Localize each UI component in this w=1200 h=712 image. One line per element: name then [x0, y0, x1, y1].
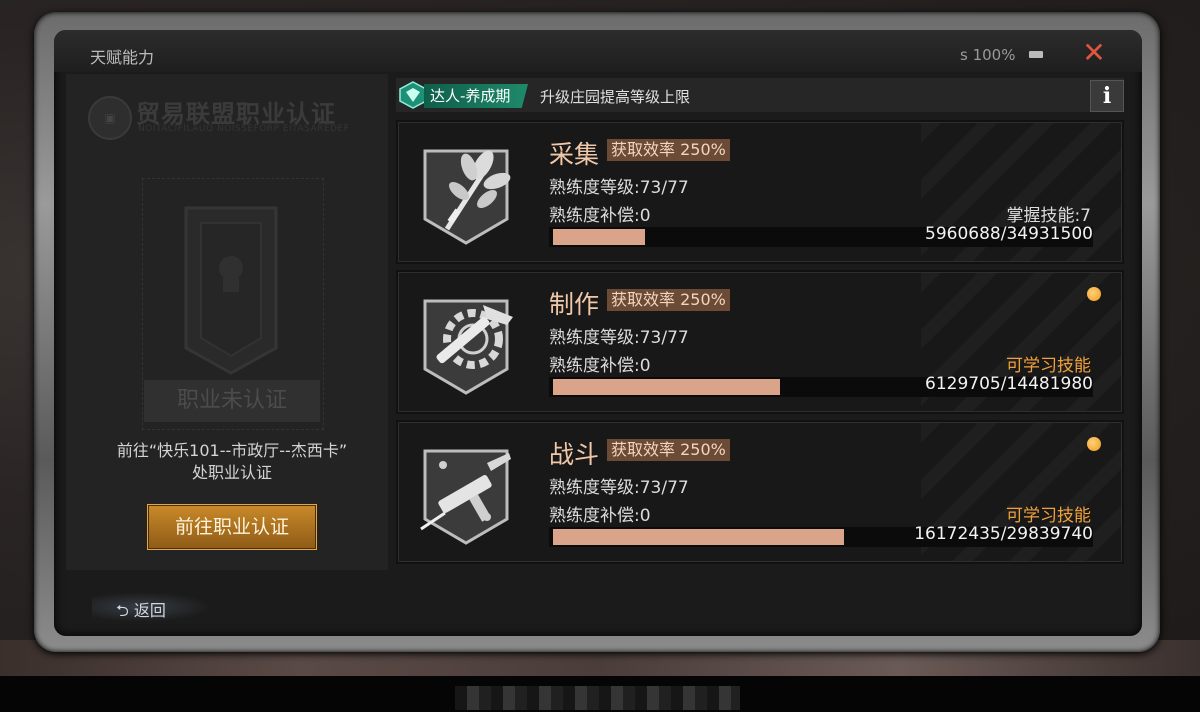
experience-value: 5960688/34931500	[925, 224, 1093, 244]
skill-card-combat[interactable]: 战斗 获取效率 250% 熟练度等级:73/77 熟练度补偿:0 可学习技能 1…	[398, 422, 1122, 562]
rank-tag: 达人-养成期	[424, 84, 528, 108]
certification-hint-line1: 前往“快乐101--市政厅--杰西卡”	[116, 441, 348, 460]
gun-icon	[420, 449, 511, 545]
back-arrow-icon: ⮌	[116, 601, 129, 620]
goto-certification-button[interactable]: 前往职业认证	[147, 504, 317, 550]
info-button[interactable]: i	[1090, 80, 1124, 112]
certification-status-label: 职业未认证	[144, 380, 320, 422]
gear-hammer-icon	[423, 299, 513, 395]
notification-dot	[1087, 287, 1101, 301]
skill-name: 采集	[549, 140, 600, 169]
certification-hint-line2: 处职业认证	[191, 463, 272, 482]
skill-status: 掌握技能:7	[1006, 206, 1091, 226]
proficiency-level: 熟练度等级:73/77	[549, 328, 689, 348]
battery-status-text: s 100%	[960, 46, 1016, 64]
efficiency-badge: 获取效率 250%	[607, 439, 730, 461]
proficiency-compensation: 熟练度补偿:0	[549, 206, 651, 226]
progress-fill	[553, 379, 780, 395]
blurred-watermark	[455, 686, 740, 710]
efficiency-badge: 获取效率 250%	[607, 139, 730, 161]
close-button[interactable]: ✕	[1080, 39, 1108, 68]
experience-value: 16172435/29839740	[914, 524, 1093, 544]
skill-card-gathering[interactable]: 采集 获取效率 250% 熟练度等级:73/77 熟练度补偿:0 掌握技能:7 …	[398, 122, 1122, 262]
proficiency-compensation: 熟练度补偿:0	[549, 356, 651, 376]
efficiency-badge: 获取效率 250%	[607, 289, 730, 311]
rank-gem-icon	[399, 81, 427, 109]
skill-status[interactable]: 可学习技能	[1006, 501, 1091, 526]
certification-subtitle: NOITACIFILAUQ NOISSEFORP EITASAREDEF	[138, 124, 350, 134]
back-button[interactable]: ⮌ 返回	[116, 597, 166, 627]
window-title: 天赋能力	[90, 48, 155, 67]
proficiency-level: 熟练度等级:73/77	[549, 178, 689, 198]
back-label: 返回	[133, 601, 166, 620]
trade-union-logo-icon: ▣	[88, 96, 132, 140]
experience-value: 6129705/14481980	[925, 374, 1093, 394]
battery-icon	[1029, 51, 1043, 58]
skill-card-crafting[interactable]: 制作 获取效率 250% 熟练度等级:73/77 熟练度补偿:0 可学习技能 6…	[398, 272, 1122, 412]
certificate-banner-icon	[184, 206, 278, 375]
skill-status[interactable]: 可学习技能	[1006, 351, 1091, 376]
proficiency-level: 熟练度等级:73/77	[549, 478, 689, 498]
leaf-bundle-icon	[423, 149, 511, 245]
skill-name: 战斗	[549, 440, 600, 469]
notification-dot	[1087, 437, 1101, 451]
proficiency-compensation: 熟练度补偿:0	[549, 506, 651, 526]
skill-name: 制作	[549, 290, 600, 319]
progress-fill	[553, 229, 645, 245]
certification-hint: 前往“快乐101--市政厅--杰西卡” 处职业认证	[82, 440, 382, 484]
progress-fill	[553, 529, 844, 545]
rank-description: 升级庄园提高等级上限	[540, 88, 691, 106]
